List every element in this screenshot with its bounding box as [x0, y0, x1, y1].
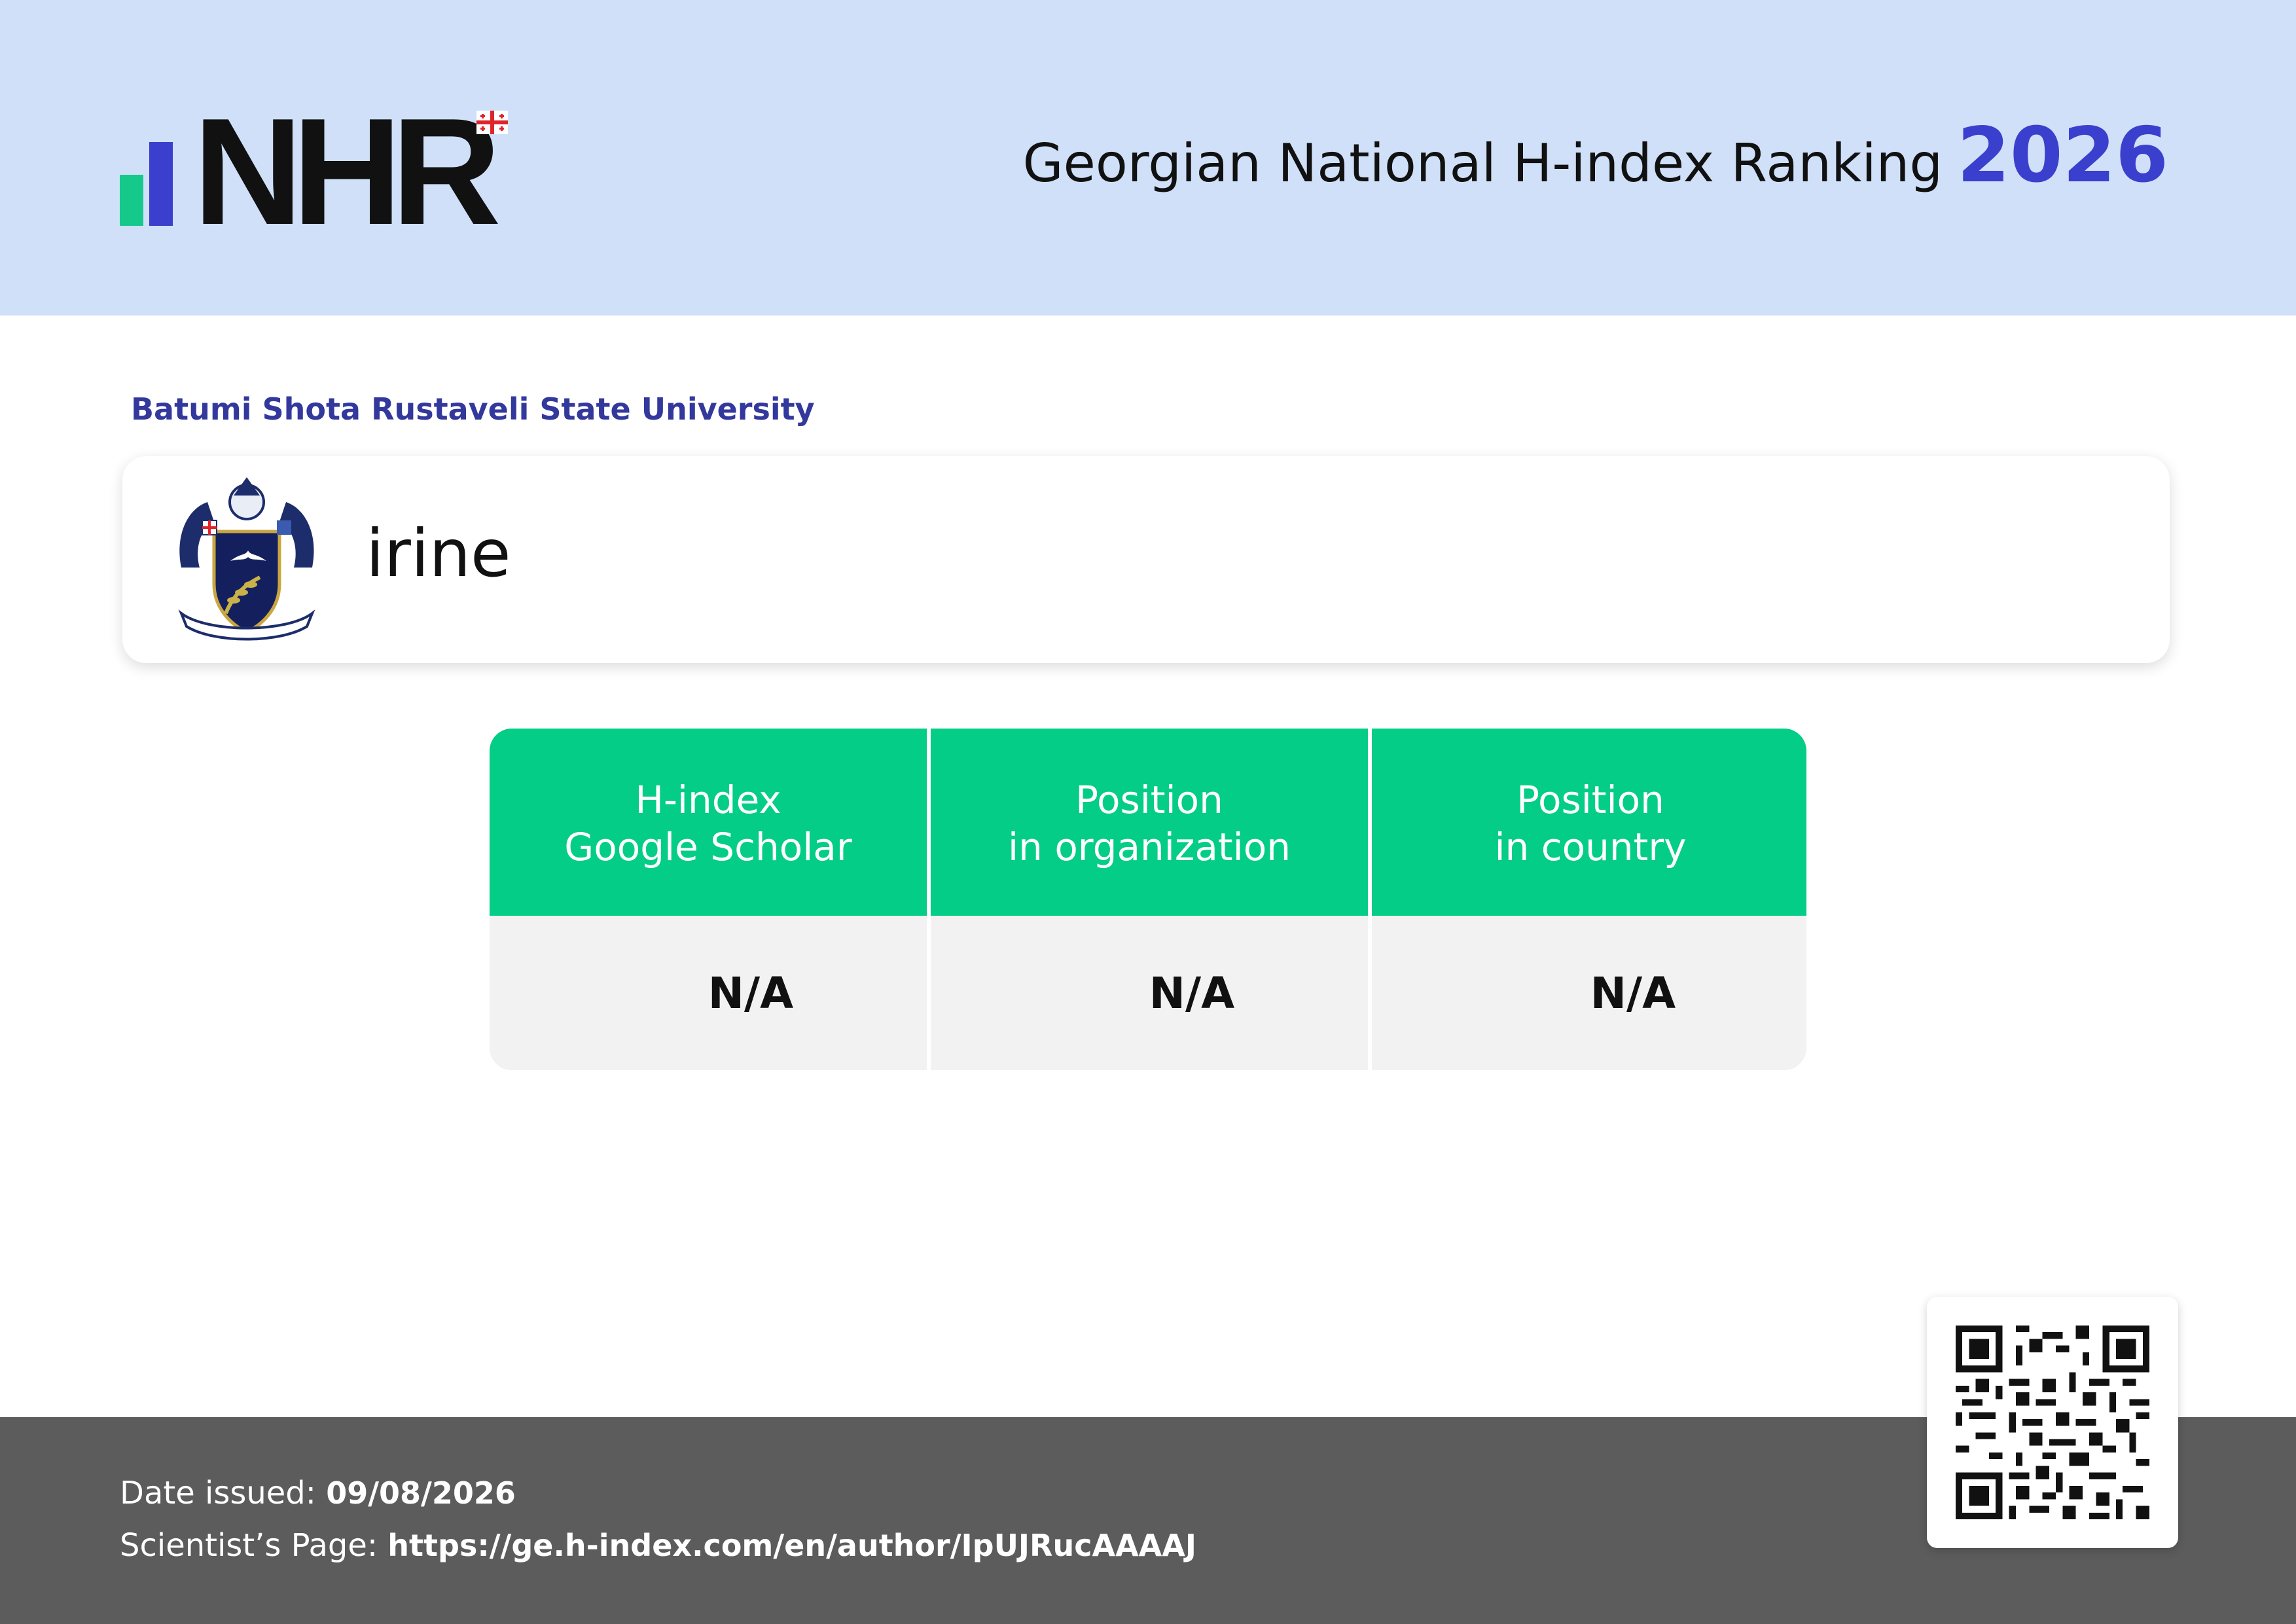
header-position-organization-line1: Position: [1075, 778, 1223, 822]
scientist-page-label: Scientist’s Page:: [120, 1527, 378, 1564]
ranking-title: Georgian National H-index Ranking: [1022, 133, 1943, 194]
ranking-year: 2026: [1957, 111, 2168, 200]
organization-name: Batumi Shota Rustaveli State University: [131, 391, 815, 427]
stats-table: H-index Google Scholar Position in organiz…: [490, 729, 1806, 1070]
date-issued-label: Date issued:: [120, 1475, 316, 1511]
header-h-index: H-index Google Scholar: [490, 729, 927, 916]
header-position-country-line1: Position: [1516, 778, 1664, 822]
scientist-name: irine: [366, 515, 511, 592]
date-issued: Date issued: 09/08/2026: [120, 1475, 516, 1511]
nhr-logo: NHR: [120, 96, 526, 248]
logo-text: NHR: [193, 87, 501, 257]
logo-bar-blue: [149, 142, 173, 226]
header-position-organization-line2: in organization: [1008, 825, 1291, 869]
header-position-organization: Position in organization: [931, 729, 1368, 916]
value-position-country: N/A: [1372, 916, 1806, 1070]
qr-code-card: [1927, 1297, 2178, 1548]
header-h-index-line2: Google Scholar: [564, 825, 852, 869]
header-position-country-line2: in country: [1494, 825, 1687, 869]
value-position-organization: N/A: [931, 916, 1368, 1070]
value-h-index: N/A: [490, 916, 927, 1070]
date-issued-value: 09/08/2026: [326, 1475, 516, 1511]
university-crest-icon: [178, 477, 315, 641]
georgian-flag-icon: [476, 111, 508, 134]
scientist-card: irine: [122, 456, 2170, 663]
page-title: Georgian National H-index Ranking 2026: [1023, 111, 2168, 200]
scientist-page: Scientist’s Page: https://ge.h-index.com…: [120, 1527, 1196, 1564]
logo-bar-green: [120, 175, 143, 226]
header-h-index-line1: H-index: [635, 778, 781, 822]
qr-code-icon: [1956, 1326, 2149, 1519]
header-band: NHR Georgian National H-index Ranking 202…: [0, 0, 2296, 316]
scientist-page-link[interactable]: https://ge.h-index.com/en/author/IpUJRuc…: [387, 1528, 1196, 1563]
header-position-country: Position in country: [1372, 729, 1806, 916]
